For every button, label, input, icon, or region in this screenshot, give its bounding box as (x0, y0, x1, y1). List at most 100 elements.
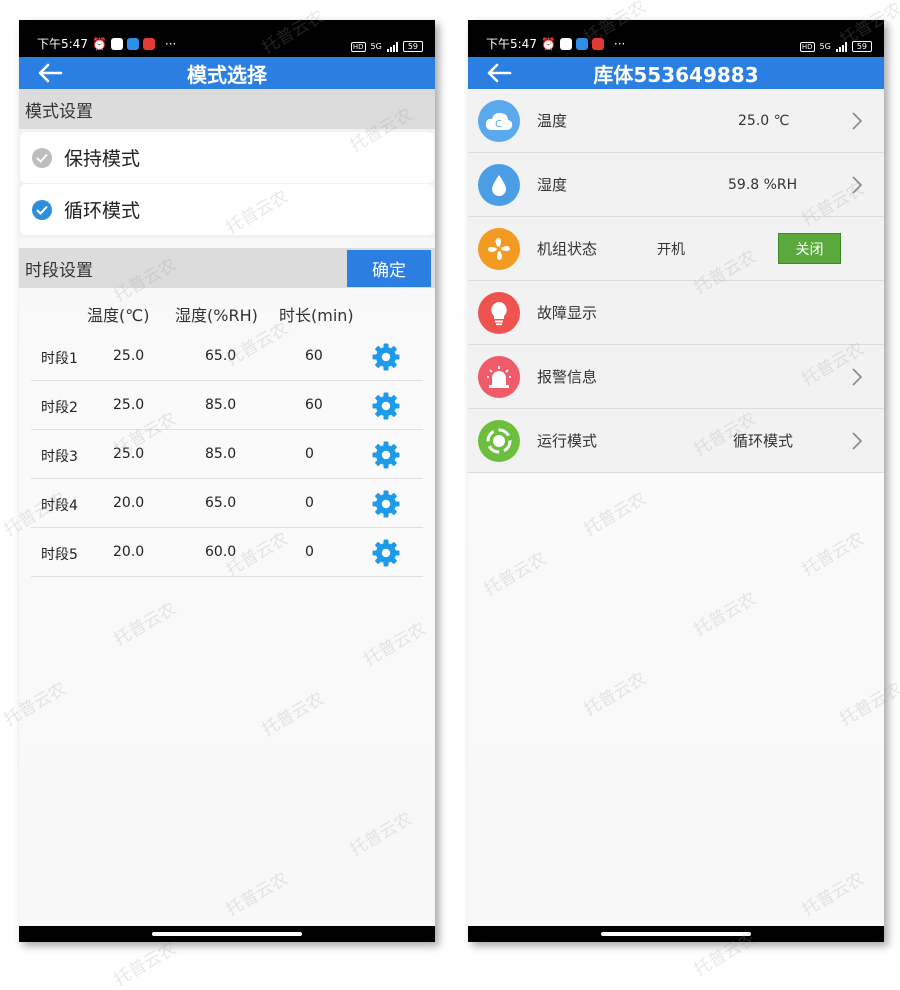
back-arrow-icon (487, 63, 512, 83)
row-humidity[interactable]: 湿度 59.8 %RH (468, 153, 884, 217)
chevron-right-icon (852, 368, 863, 386)
home-indicator[interactable] (152, 932, 302, 936)
mode-option-hold[interactable]: 保持模式 (20, 132, 434, 183)
video-app-icon (110, 37, 123, 50)
svg-text:C: C (495, 119, 502, 130)
period-duration: 0 (305, 495, 314, 511)
period-table: 时段1 25.0 65.0 60 时段2 25.0 85.0 60 时段3 25.0 85.0 0 时段… (31, 332, 423, 577)
run-mode-label: 运行模式 (537, 432, 598, 450)
period-row: 时段4 20.0 65.0 0 (31, 479, 423, 528)
unit-status-value: 开机 (657, 241, 685, 258)
fault-label: 故障显示 (537, 304, 598, 322)
period-temp: 25.0 (113, 446, 145, 462)
period-name: 时段2 (41, 400, 78, 416)
row-fault[interactable]: 故障显示 (468, 281, 884, 345)
col-humidity-header: 湿度(%RH) (175, 306, 258, 325)
siren-icon (478, 355, 520, 398)
chevron-right-icon (852, 176, 863, 194)
news-app-icon (591, 37, 604, 50)
run-mode-value: 循环模式 (733, 432, 794, 450)
mode-option-cycle[interactable]: 循环模式 (20, 184, 434, 235)
video-app-icon (559, 37, 572, 50)
mode-label: 保持模式 (64, 148, 141, 170)
period-temp: 20.0 (113, 544, 145, 560)
row-temperature[interactable]: C 温度 25.0 ℃ (468, 89, 884, 153)
period-name: 时段1 (41, 351, 78, 367)
period-duration: 0 (305, 446, 314, 462)
period-duration: 60 (305, 348, 323, 364)
network-type: 5G (819, 42, 831, 51)
confirm-button[interactable]: 确定 (347, 249, 431, 287)
col-temp-header: 温度(℃) (87, 306, 150, 325)
gear-icon[interactable] (371, 342, 401, 372)
messenger-app-icon (126, 37, 139, 50)
status-bar: 下午5:47 ⏰ ··· HD 5G 59 (19, 20, 435, 57)
status-time: 下午5:47 (486, 37, 537, 51)
period-row: 时段3 25.0 85.0 0 (31, 430, 423, 479)
back-button[interactable] (486, 57, 512, 89)
messenger-app-icon (575, 37, 588, 50)
cycle-mode-icon (478, 419, 520, 462)
period-temp: 25.0 (113, 397, 145, 413)
temperature-label: 温度 (537, 112, 568, 130)
network-type: 5G (370, 42, 382, 51)
period-row: 时段5 20.0 60.0 0 (31, 528, 423, 577)
alarm-clock-icon: ⏰ (540, 36, 556, 51)
gesture-bar (19, 926, 435, 942)
watermark-text: 托普云农 (110, 939, 180, 990)
news-app-icon (142, 37, 155, 50)
period-section-label: 时段设置 (25, 260, 93, 281)
room-detail-screen: 下午5:47 ⏰ ··· HD 5G 59 库体553649883 C 温度 2… (468, 20, 884, 942)
back-button[interactable] (37, 57, 63, 89)
mode-label: 循环模式 (64, 200, 141, 222)
period-temp: 25.0 (113, 348, 145, 364)
col-duration-header: 时长(min) (279, 306, 354, 325)
period-humidity: 65.0 (205, 495, 237, 511)
humidity-label: 湿度 (537, 176, 568, 194)
period-humidity: 65.0 (205, 348, 237, 364)
period-temp: 20.0 (113, 495, 145, 511)
period-duration: 60 (305, 397, 323, 413)
row-alarm[interactable]: 报警信息 (468, 345, 884, 409)
gesture-bar (468, 926, 884, 942)
humidity-value: 59.8 %RH (728, 176, 798, 193)
period-name: 时段5 (41, 547, 78, 563)
power-off-button[interactable]: 关闭 (778, 233, 841, 264)
gear-icon[interactable] (371, 489, 401, 519)
mode-section-header: 模式设置 (19, 89, 435, 129)
temperature-value: 25.0 ℃ (738, 112, 790, 129)
period-name: 时段4 (41, 498, 78, 514)
fan-icon (478, 227, 520, 270)
row-run-mode[interactable]: 运行模式 循环模式 (468, 409, 884, 473)
period-row: 时段2 25.0 85.0 60 (31, 381, 423, 430)
unchecked-icon (32, 147, 52, 168)
status-time: 下午5:47 (37, 37, 88, 51)
mode-select-screen: 下午5:47 ⏰ ··· HD 5G 59 模式选择 模式设置 保持模式 循环模… (19, 20, 435, 942)
checked-icon (32, 199, 52, 220)
signal-icon (835, 41, 847, 52)
home-indicator[interactable] (601, 932, 751, 936)
battery-icon: 59 (402, 41, 423, 52)
signal-icon (386, 41, 398, 52)
unit-status-label: 机组状态 (537, 240, 598, 258)
title-bar: 模式选择 (19, 57, 435, 89)
row-unit-status: 机组状态 开机 关闭 (468, 217, 884, 281)
water-drop-icon (478, 163, 520, 206)
gear-icon[interactable] (371, 440, 401, 470)
period-section-header: 时段设置 确定 (19, 248, 435, 288)
chevron-right-icon (852, 112, 863, 130)
period-humidity: 85.0 (205, 446, 237, 462)
hd-icon: HD (350, 41, 366, 52)
period-name: 时段3 (41, 449, 78, 465)
status-bar: 下午5:47 ⏰ ··· HD 5G 59 (468, 20, 884, 57)
period-duration: 0 (305, 544, 314, 560)
more-notifications: ··· (164, 36, 177, 51)
period-row: 时段1 25.0 65.0 60 (31, 332, 423, 381)
title-bar: 库体553649883 (468, 57, 884, 89)
battery-icon: 59 (851, 41, 872, 52)
mode-list: 保持模式 循环模式 (19, 129, 435, 238)
chevron-right-icon (852, 432, 863, 450)
gear-icon[interactable] (371, 391, 401, 421)
gear-icon[interactable] (371, 538, 401, 568)
bulb-icon (478, 291, 520, 334)
